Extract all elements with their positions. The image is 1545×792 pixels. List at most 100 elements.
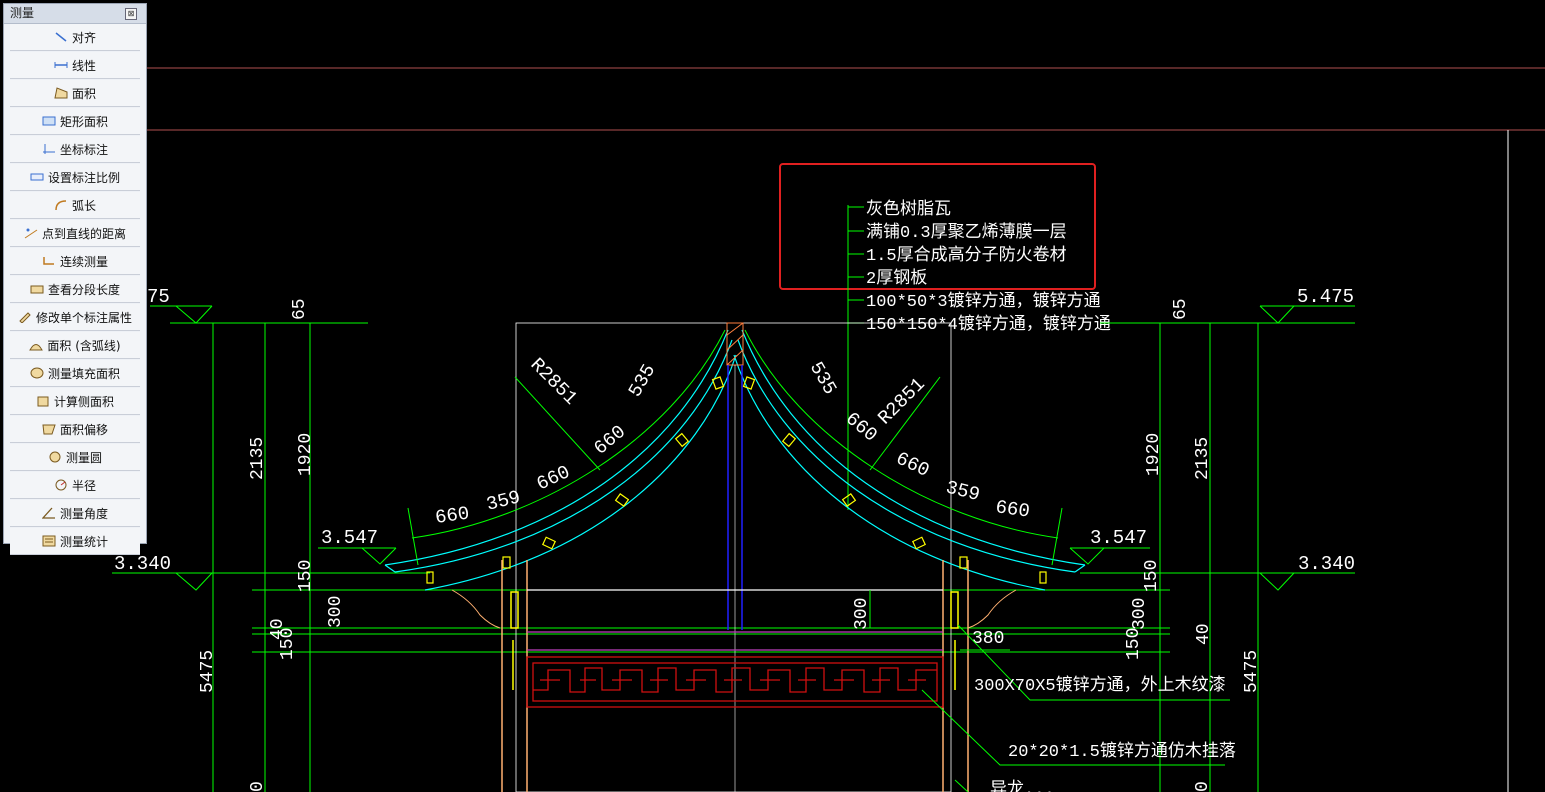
arc-area-icon <box>29 339 44 351</box>
callout-line-6: 150*150*4镀锌方通，镀锌方通 <box>866 314 1111 335</box>
callout-ticks <box>848 206 864 324</box>
palette-item-label: 矩形面积 <box>59 114 108 129</box>
dim-left-1920: 1920 <box>296 433 316 476</box>
palette-item-area-offset[interactable]: 面积偏移 <box>10 416 140 443</box>
circle-icon <box>48 451 62 463</box>
close-icon[interactable]: ⊠ <box>125 8 137 20</box>
palette-item-segment-length[interactable]: 查看分段长度 <box>10 276 140 303</box>
callout-line-2: 满铺0.3厚聚乙烯薄膜一层 <box>866 222 1067 243</box>
roof-right-dim-3: 660 <box>892 447 932 481</box>
dim-right-150b: 150 <box>1124 628 1144 660</box>
palette-title: 测量 <box>10 6 35 20</box>
aligned-dimension-icon <box>54 31 68 43</box>
elevation-eave-left: 3.547 <box>321 527 378 549</box>
palette-item-angle[interactable]: 测量角度 <box>10 500 140 527</box>
palette-item-label: 计算侧面积 <box>53 394 114 409</box>
palette-item-label: 测量填充面积 <box>47 366 120 381</box>
center-post <box>726 322 744 792</box>
arc-length-icon <box>54 199 68 211</box>
palette-item-label: 测量角度 <box>59 506 108 521</box>
palette-item-point-line-distance[interactable]: 点到直线的距离 <box>10 220 140 247</box>
angle-icon <box>41 507 56 519</box>
palette-item-label: 连续测量 <box>59 254 108 269</box>
elevation-eave-right: 3.547 <box>1090 527 1147 549</box>
palette-item-label: 测量圆 <box>65 450 102 465</box>
palette-item-side-area[interactable]: 计算侧面积 <box>10 388 140 415</box>
palette-item-list: 对齐线性面积矩形面积坐标标注设置标注比例 弧长点到直线的距离 连续测量查看分段长度修… <box>4 24 146 555</box>
palette-item-label: 对齐 <box>71 30 96 45</box>
roof-left-dim-1: 660 <box>434 502 471 529</box>
dim-center-300: 300 <box>852 598 872 630</box>
palette-item-label: 设置标注比例 <box>47 170 120 185</box>
roof-left-dim-5: 535 <box>624 360 660 401</box>
dim-right-5475: 5475 <box>1242 650 1262 693</box>
palette-item-arc-length[interactable]: 弧长 <box>10 192 140 219</box>
dim-left-0: 0 <box>248 781 268 792</box>
scale-icon <box>30 171 44 183</box>
palette-item-label: 线性 <box>71 58 96 73</box>
palette-title-bar[interactable]: 测量 ⊠ <box>4 4 146 24</box>
area-icon <box>54 87 68 99</box>
callout-beam: 300X70X5镀锌方通，外上木纹漆 <box>974 675 1226 696</box>
linear-dimension-icon <box>54 59 68 71</box>
callout-bottom: 异龙... <box>990 779 1055 792</box>
roof-dimension-labels: R2851 R2851 660 359 660 660 535 535 660 … <box>434 354 1031 529</box>
measure-palette[interactable]: 测量 ⊠ 对齐线性面积矩形面积坐标标注设置标注比例 弧长点到直线的距离 连续测量查看… <box>3 3 147 555</box>
callout-line-3: 1.5厚合成高分子防火卷材 <box>866 245 1067 266</box>
dim-left-150b: 150 <box>278 628 298 660</box>
dim-right-300: 300 <box>1130 598 1150 630</box>
roof-left-dim-3: 660 <box>533 461 573 495</box>
vertical-dimension-lines <box>170 322 1355 792</box>
roof-left <box>384 329 737 591</box>
side-area-icon <box>36 395 50 407</box>
callout-lattice: 20*20*1.5镀锌方通仿木挂落 <box>1008 741 1236 762</box>
palette-item-linear-dimension[interactable]: 线性 <box>10 52 140 79</box>
dim-center-380: 380 <box>972 629 1004 649</box>
segment-length-icon <box>30 283 44 295</box>
elevation-mid-right: 3.340 <box>1298 553 1355 575</box>
dim-left-2135: 2135 <box>248 437 268 480</box>
palette-item-statistics[interactable]: 测量统计 <box>10 528 140 555</box>
palette-item-label: 面积偏移 <box>59 422 108 437</box>
palette-item-continuous-measure[interactable]: 连续测量 <box>10 248 140 275</box>
palette-item-rect-area[interactable]: 矩形面积 <box>10 108 140 135</box>
point-line-distance-icon <box>24 227 38 239</box>
callout-line-1: 灰色树脂瓦 <box>866 199 951 220</box>
callout-line-4: 2厚钢板 <box>866 268 927 289</box>
roof-right-dim-1: 535 <box>805 358 841 399</box>
cad-drawing-canvas[interactable]: 灰色树脂瓦 满铺0.3厚聚乙烯薄膜一层 1.5厚合成高分子防火卷材 2厚钢板 1… <box>0 0 1545 792</box>
hatch-area-icon <box>30 367 44 379</box>
roof-right-dim-5: 660 <box>994 496 1031 523</box>
palette-item-label: 弧长 <box>71 198 96 213</box>
dim-left-65: 65 <box>290 298 310 320</box>
dim-right-40: 40 <box>1194 623 1214 645</box>
palette-item-label: 点到直线的距离 <box>41 226 126 241</box>
roof-left-dim-4: 660 <box>590 421 630 460</box>
corbels <box>451 589 1017 629</box>
statistics-icon <box>42 535 56 547</box>
palette-item-edit-dimension[interactable]: 修改单个标注属性 <box>10 304 140 331</box>
dim-right-150: 150 <box>1142 560 1162 592</box>
palette-item-aligned-dimension[interactable]: 对齐 <box>10 24 140 51</box>
continuous-measure-icon <box>42 255 56 267</box>
radius-left: R2851 <box>526 354 582 410</box>
palette-item-scale[interactable]: 设置标注比例 <box>10 164 140 191</box>
palette-item-arc-area[interactable]: 面积 (含弧线) <box>10 332 140 359</box>
callout-line-5: 100*50*3镀锌方通，镀锌方通 <box>866 291 1101 312</box>
elevation-top-right: 5.475 <box>1297 286 1354 308</box>
roof-right-dim-4: 359 <box>944 476 983 506</box>
palette-item-radius[interactable]: 半径 <box>10 472 140 499</box>
elevation-top-left: 75 <box>147 286 170 308</box>
dim-right-0: 0 <box>1193 781 1213 792</box>
elevation-mid-left: 3.340 <box>114 553 171 575</box>
palette-item-coordinate[interactable]: 坐标标注 <box>10 136 140 163</box>
rect-area-icon <box>42 115 56 127</box>
edit-dimension-icon <box>18 311 32 324</box>
palette-item-label: 修改单个标注属性 <box>35 310 132 325</box>
palette-item-label: 坐标标注 <box>59 142 108 157</box>
coordinate-icon <box>42 143 56 155</box>
palette-item-area[interactable]: 面积 <box>10 80 140 107</box>
palette-item-label: 测量统计 <box>59 534 108 549</box>
palette-item-hatch-area[interactable]: 测量填充面积 <box>10 360 140 387</box>
palette-item-circle[interactable]: 测量圆 <box>10 444 140 471</box>
